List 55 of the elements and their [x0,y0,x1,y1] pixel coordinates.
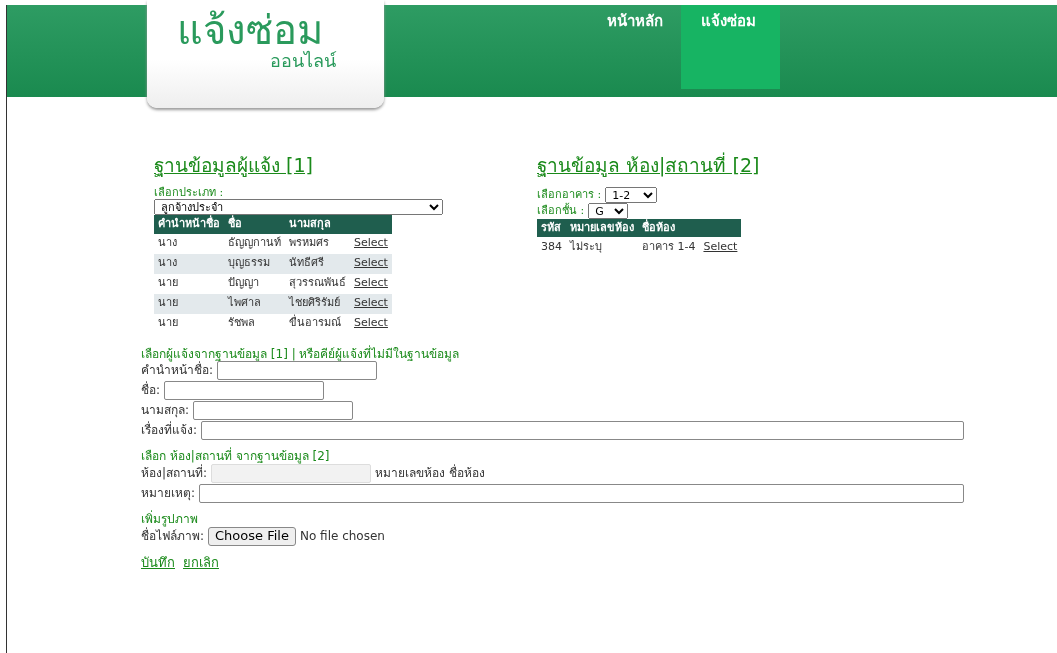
dropdown-label: เลือกอาคาร : [537,188,602,202]
logo-subtitle: ออนไลน์ [270,52,336,70]
table-cell: นาย [154,293,224,314]
table-cell: 384 [537,236,566,257]
table-cell: รัชพล [224,313,285,334]
dropdown[interactable]: 1-2 [605,186,658,203]
table-cell: ไม่ระบุ [566,236,638,257]
field-label: คำนำหน้าชื่อ: [141,361,214,380]
field-label: หมายเหตุ: [141,485,196,503]
choose-file-button[interactable]: Choose File [208,526,296,546]
table-cell: นาย [154,273,224,294]
column-header: ชื่อ [224,215,285,234]
section-heading: เลือกผู้แจ้งจากฐานข้อมูล [1] | หรือคีย์ผู้แจ้งที่ไม่มีในฐานข้อมูล [141,347,461,362]
table-cell: ไชยศิริรัมย์ [285,293,350,314]
section-title-link[interactable]: ฐานข้อมูลผู้แจ้ง [1] [154,155,313,177]
dropdown[interactable]: G [588,202,629,219]
input-field[interactable] [217,361,378,381]
column-header: หมายเลขห้อง [566,218,638,237]
input-field[interactable] [201,421,964,441]
table-cell: นาง [154,253,224,274]
select-link[interactable]: Select [354,316,388,330]
table-cell: อาคาร 1-4 [638,236,700,257]
field-note: หมายเลขห้อง ชื่อห้อง [375,466,485,481]
column-header: คำนำหน้าชื่อ [154,215,224,234]
input-field[interactable] [193,401,354,421]
dropdown-label: เลือกประเภท : [154,186,225,200]
table-cell: นาง [154,233,224,254]
table-cell: พรหมศร [285,233,350,254]
dropdown-label: เลือกชั้น : [537,204,585,218]
field-label: นามสกุล: [141,402,190,420]
column-header: ชื่อห้อง [638,218,700,237]
select-link[interactable]: Select [703,239,738,253]
action-link[interactable]: บันทึก [141,555,175,571]
table-cell: ไพศาล [224,293,285,314]
field-label: ชื่อ: [141,381,161,400]
table-cell: ขื่นอารมณ์ [285,313,350,334]
select-link[interactable]: Select [354,276,388,290]
column-header: นามสกุล [285,215,350,234]
file-status: No file chosen [299,529,385,544]
table-cell: นาย [154,313,224,334]
table-cell: นัทธีศรี [285,253,350,274]
select-link[interactable]: Select [354,236,388,250]
logo-title: แจ้งซ่อม [177,8,323,52]
table-cell: ธัญญกานท์ [224,233,285,254]
table-cell: สุวรรณพันธ์ [285,273,350,294]
action-link[interactable]: ยกเลิก [183,555,219,571]
column-header: รหัส [537,218,566,237]
input-field[interactable] [164,381,325,401]
field-label: เรื่องที่แจ้ง: [141,421,198,440]
field-label: ห้อง|สถานที่: [141,464,208,483]
nav-link[interactable]: หน้าหลัก [589,5,681,89]
table-cell: ปัญญา [224,273,285,294]
dropdown[interactable]: ลูกจ้างประจำ [154,199,443,216]
table-cell: บุญธรรม [224,253,285,274]
input-field[interactable] [199,484,964,504]
